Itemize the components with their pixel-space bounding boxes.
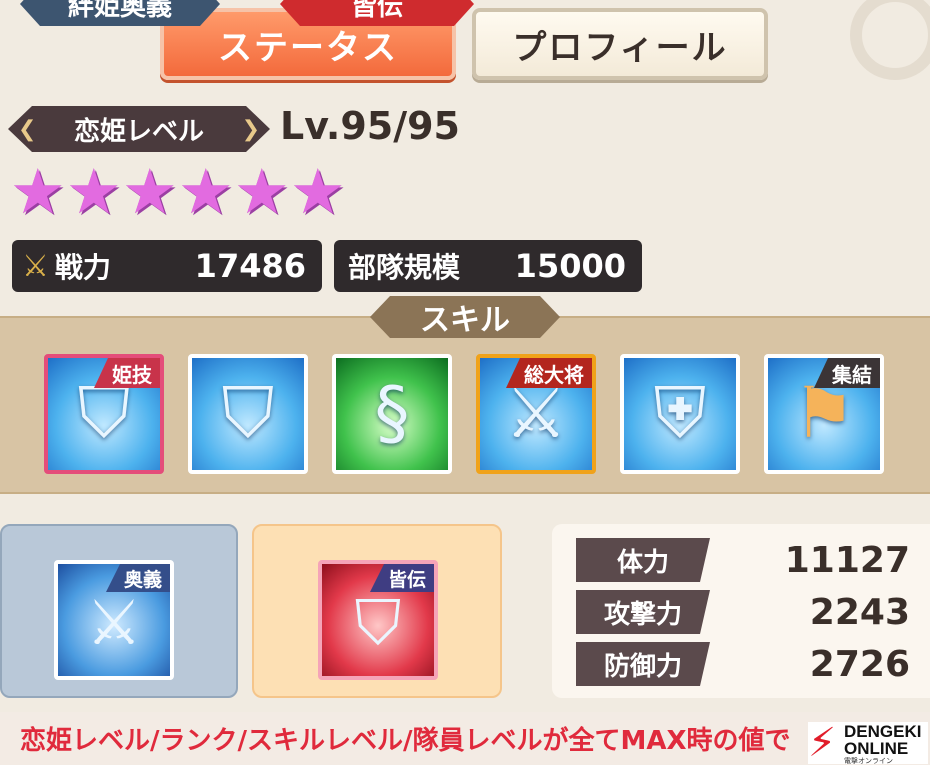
stats-panel: 体力 11127 攻撃力 2243 防御力 2726 [552, 524, 930, 698]
footer-note: 恋姫レベル/ランク/スキルレベル/隊員レベルが全てMAX時の値で [20, 726, 791, 756]
logo-line-3: 電撃オンライン [844, 757, 893, 765]
bond-ultimate-icon[interactable]: ⚔ 奥義 [54, 560, 174, 680]
decorative-swirl [850, 0, 930, 80]
crossed-swords-icon: ⚔ [22, 248, 49, 284]
right-chevron-icon: ❯ [241, 116, 260, 142]
kaiden-icon[interactable]: ⛉ 皆伝 [318, 560, 438, 680]
star-icon: ★ [290, 155, 346, 228]
troop-size-box: 部隊規模 15000 [334, 240, 642, 292]
stat-label: 体力 [576, 538, 710, 582]
lightning-icon: ⚡ [808, 720, 837, 765]
tab-profile[interactable]: プロフィール [472, 8, 768, 80]
power-box: ⚔ 戦力 17486 [12, 240, 322, 292]
level-label-badge: ❮ 恋姫レベル ❯ [8, 106, 270, 152]
rank-stars: ★ ★ ★ ★ ★ ★ [10, 155, 346, 228]
skill-tag: 集結 [814, 358, 880, 388]
star-icon: ★ [234, 155, 290, 228]
power-value: 17486 [194, 247, 306, 285]
bond-ultimate-title: 絆姫奥義 [20, 0, 220, 26]
warriors-icon: ⚔ [86, 586, 142, 659]
stat-row-attack: 攻撃力 2243 [576, 590, 930, 634]
shield-icon: ⛉ [221, 372, 275, 454]
star-icon: ★ [10, 155, 66, 228]
stat-row-hp: 体力 11127 [576, 538, 930, 582]
skill-icon-6[interactable]: ⚑ 集結 [764, 354, 884, 474]
dengeki-online-logo: ⚡ DENGEKI ONLINE 電撃オンライン [808, 720, 928, 765]
power-label: 戦力 [54, 251, 111, 284]
skill-section-title: スキル [370, 296, 560, 338]
skill-icon-1[interactable]: ⛉ 姫技 [44, 354, 164, 474]
skill-icon-2[interactable]: ⛉ [188, 354, 308, 474]
kaiden-title: 皆伝 [280, 0, 474, 26]
stat-label: 攻撃力 [576, 590, 710, 634]
armor-icon: ⛨ [653, 372, 707, 454]
level-value: Lv.95/95 [280, 104, 460, 148]
troop-size-value: 15000 [514, 247, 626, 285]
skill-icon-5[interactable]: ⛨ [620, 354, 740, 474]
level-label: 恋姫レベル [73, 116, 204, 147]
skill-icon-4[interactable]: ⚔ 総大将 [476, 354, 596, 474]
skill-tag: 総大将 [506, 358, 592, 388]
star-icon: ★ [66, 155, 122, 228]
stat-row-defense: 防御力 2726 [576, 642, 930, 686]
skill-tag: 姫技 [94, 358, 160, 388]
skill-icon-3[interactable]: § [332, 354, 452, 474]
stat-label: 防御力 [576, 642, 710, 686]
kaiden-tag: 皆伝 [369, 564, 434, 592]
stat-value: 2726 [809, 643, 910, 685]
broken-shield-icon: ⛉ [354, 586, 402, 659]
stat-value: 11127 [784, 539, 910, 581]
wind-swirl-icon: § [374, 372, 410, 454]
star-icon: ★ [178, 155, 234, 228]
troop-size-label: 部隊規模 [348, 251, 461, 284]
stat-value: 2243 [809, 591, 910, 633]
star-icon: ★ [122, 155, 178, 228]
left-chevron-icon: ❮ [18, 116, 37, 142]
bond-tag: 奥義 [105, 564, 170, 592]
